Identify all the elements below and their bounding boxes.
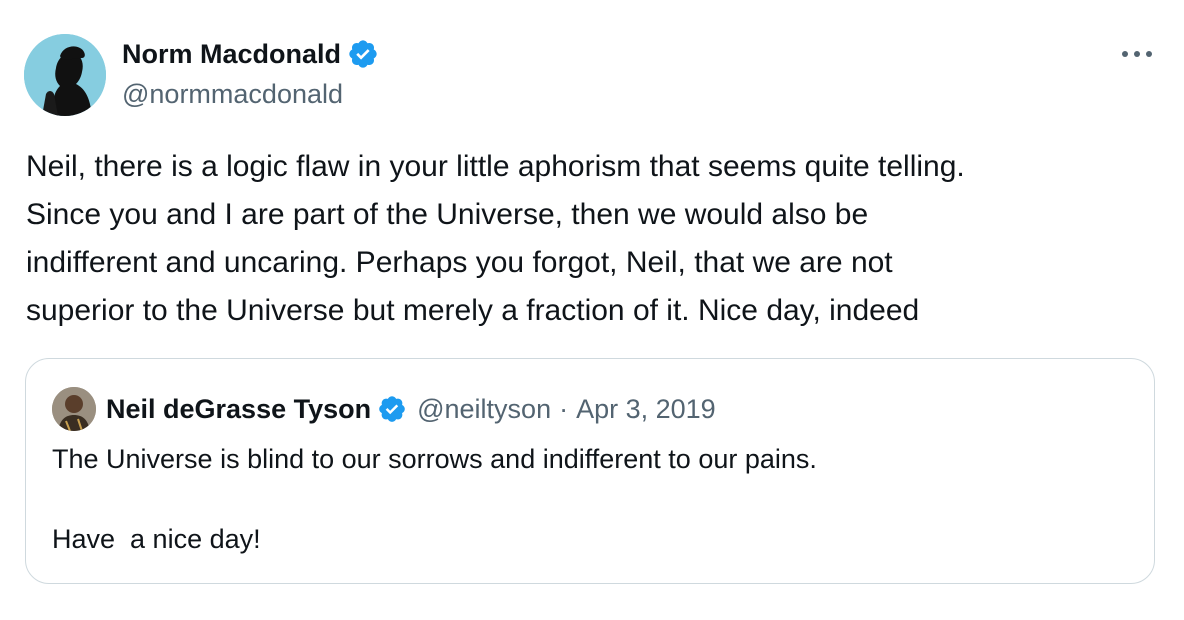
separator-dot: ·	[559, 393, 569, 424]
author-avatar[interactable]	[24, 34, 106, 116]
author-handle[interactable]: @normmacdonald	[122, 76, 343, 112]
tweet-card: Norm Macdonald @normmacdonald Neil, ther…	[0, 0, 1184, 620]
author-name-row: Norm Macdonald	[122, 36, 379, 72]
avatar-portrait-image	[52, 387, 96, 431]
more-options-icon[interactable]	[1117, 42, 1157, 66]
quoted-author-name[interactable]: Neil deGrasse Tyson	[106, 394, 371, 425]
tweet-text: Neil, there is a logic flaw in your litt…	[26, 150, 965, 327]
avatar-silhouette-image	[24, 34, 106, 116]
quoted-tweet-date[interactable]: Apr 3, 2019	[576, 394, 716, 425]
verified-badge-icon[interactable]	[347, 38, 379, 70]
author-name[interactable]: Norm Macdonald	[122, 36, 341, 72]
quoted-author-handle[interactable]: @neiltyson	[417, 394, 551, 425]
quoted-author-avatar[interactable]	[52, 387, 96, 431]
quoted-tweet-header: Neil deGrasse Tyson @neiltyson · Apr 3, …	[52, 387, 716, 431]
quoted-tweet[interactable]: Neil deGrasse Tyson @neiltyson · Apr 3, …	[25, 358, 1155, 584]
quoted-tweet-text: The Universe is blind to our sorrows and…	[52, 444, 817, 554]
verified-badge-icon[interactable]	[377, 394, 407, 424]
